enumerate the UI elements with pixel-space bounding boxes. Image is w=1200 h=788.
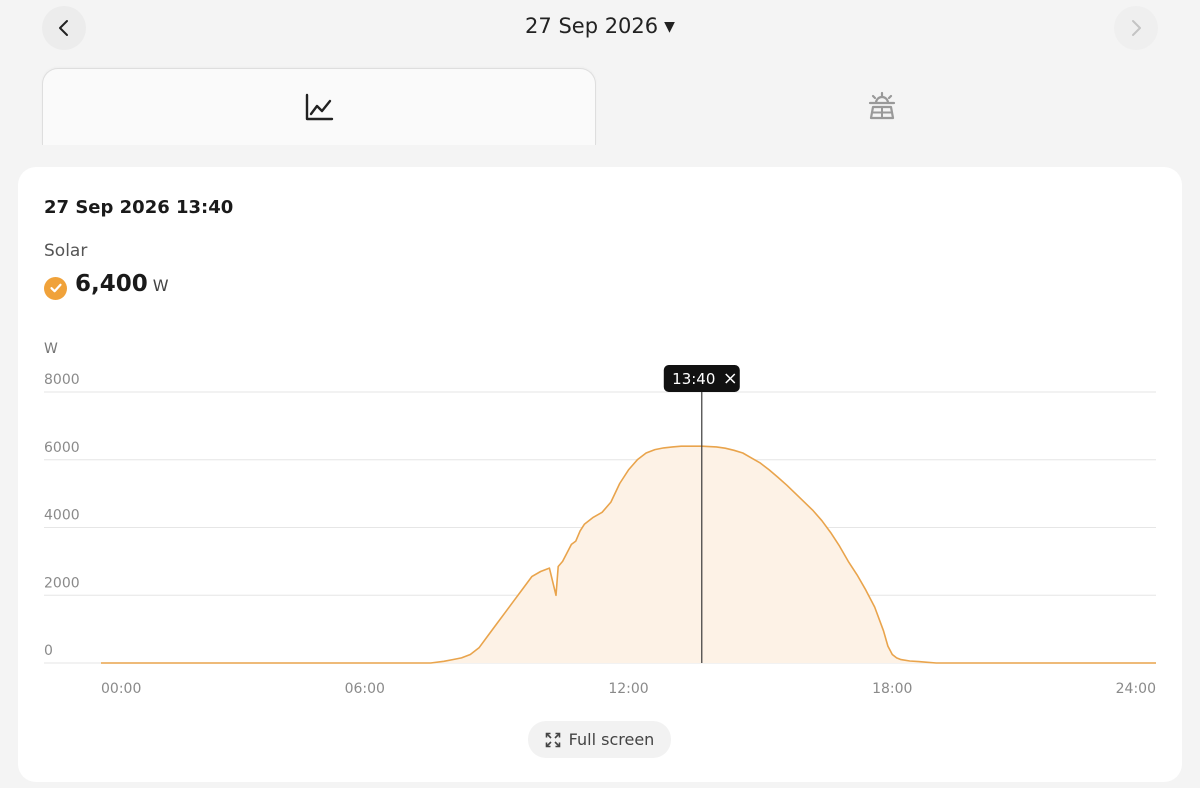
y-tick-label: 6000 [44,440,80,456]
y-tick-label: 0 [44,643,53,659]
fullscreen-label: Full screen [568,730,655,749]
line-chart-icon [305,93,334,121]
series-area-solar [101,446,1156,663]
cursor-time-label: 13:40 [672,370,715,388]
x-tick-label: 12:00 [608,681,648,697]
expand-icon [545,732,560,747]
x-tick-label: 24:00 [1116,681,1156,697]
solar-panel-icon [868,91,896,120]
y-tick-label: 2000 [44,575,80,591]
cursor-tooltip[interactable]: 13:40 [663,365,740,392]
y-tick-label: 8000 [44,372,80,388]
tab-chart[interactable] [42,68,596,145]
fullscreen-button[interactable]: Full screen [528,721,671,758]
chevron-right-icon [1132,20,1141,36]
x-tick-label: 18:00 [872,681,912,697]
x-tick-label: 06:00 [345,681,385,697]
date-label: 27 Sep 2026 [525,14,659,38]
solar-chart[interactable]: 8000 6000 4000 2000 0 00:00 06:00 12:00 18:00 24:… [18,167,1182,712]
y-tick-label: 4000 [44,508,80,524]
date-picker[interactable]: 27 Sep 2026 ▼ [0,14,1200,38]
solar-chart-card: 27 Sep 2026 13:40 Solar 6,400 W W 8000 60… [18,167,1182,782]
tab-solar-panel[interactable] [608,68,1156,144]
next-day-button[interactable] [1114,6,1158,50]
x-tick-label: 00:00 [101,681,141,697]
caret-down-icon: ▼ [664,19,675,35]
